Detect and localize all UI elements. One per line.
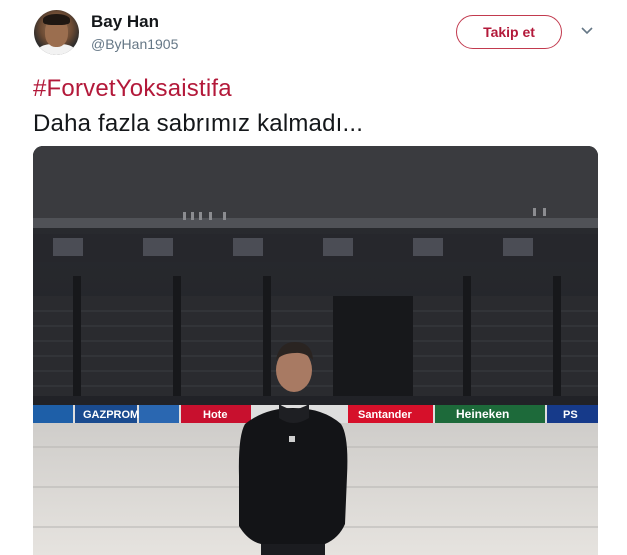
- ad-board-santander: Santander: [358, 409, 413, 421]
- ad-board-playstation: PS: [563, 409, 578, 421]
- ad-board-heineken: Heineken: [456, 407, 509, 421]
- tweet-text: Daha fazla sabrımız kalmadı...: [33, 110, 364, 137]
- follow-button[interactable]: Takip et: [456, 15, 562, 49]
- tweet-photo[interactable]: GAZPROM Hote Santander Heineken PS: [33, 146, 598, 555]
- author-display-name[interactable]: Bay Han: [91, 12, 159, 32]
- ad-board-gazprom: GAZPROM: [83, 409, 139, 421]
- chevron-down-icon[interactable]: [581, 26, 593, 36]
- hashtag-link[interactable]: #ForvetYoksaistifa: [33, 75, 232, 103]
- author-handle[interactable]: @ByHan1905: [91, 36, 178, 52]
- profile-avatar[interactable]: [34, 10, 79, 55]
- ad-board-hotel: Hote: [203, 409, 227, 421]
